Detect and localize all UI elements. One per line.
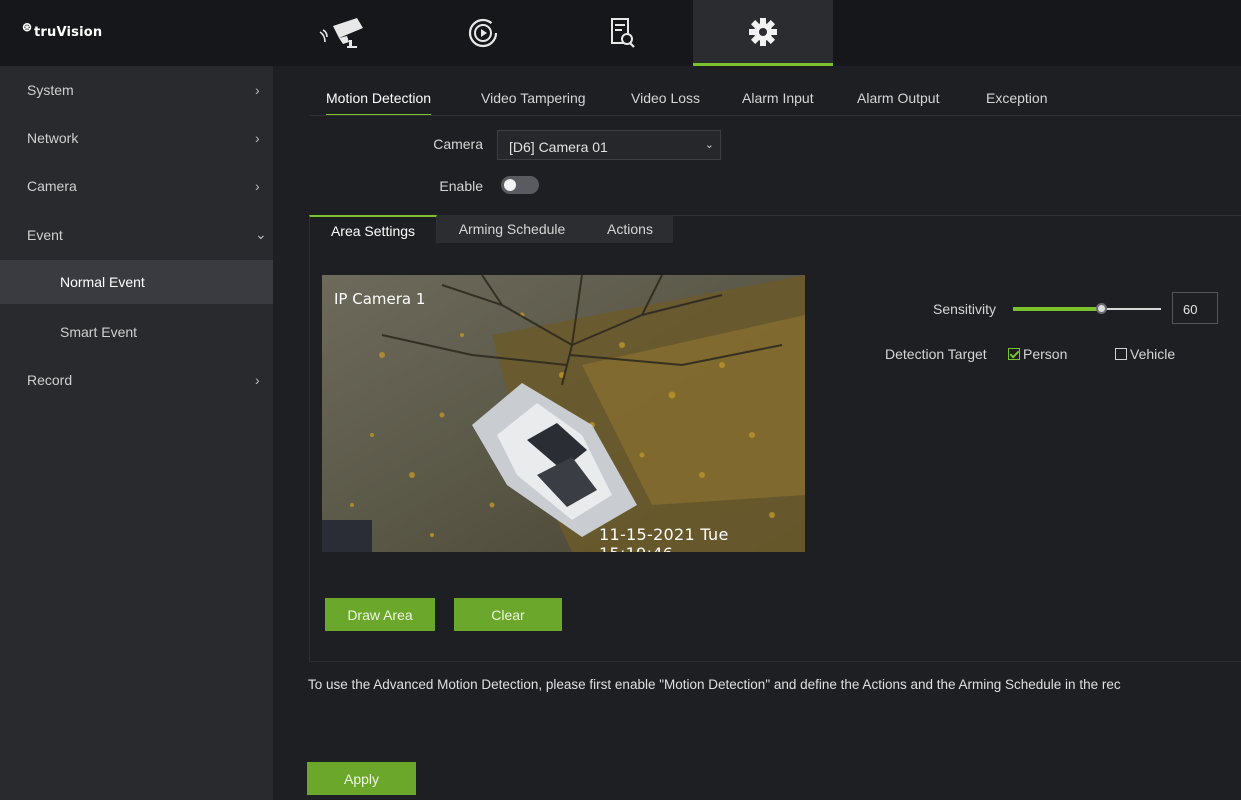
checkbox-checked-icon [1008, 348, 1020, 360]
sidebar-item-label: System [27, 82, 74, 98]
timestamp-overlay: 11-15-2021 Tue 15:19:46 [599, 525, 729, 552]
chevron-down-icon: ⌄ [255, 226, 267, 242]
vehicle-label: Vehicle [1130, 346, 1176, 362]
tabs-divider [309, 115, 1241, 116]
camera-name-overlay: IP Camera 1 [334, 290, 426, 308]
person-checkbox[interactable]: Person [1008, 346, 1067, 362]
apply-button[interactable]: Apply [307, 762, 416, 795]
sidebar-item-label: Normal Event [60, 274, 145, 290]
sidebar-item-label: Network [27, 130, 79, 146]
sidebar-item-label: Camera [27, 178, 77, 194]
camera-select-value: [D6] Camera 01 [509, 139, 608, 155]
sidebar-item-label: Record [27, 372, 73, 388]
logo-mark: ⊛ [22, 20, 33, 34]
tab-actions[interactable]: Actions [587, 215, 673, 243]
search-file-icon [611, 18, 635, 48]
sensitivity-input[interactable]: 60 [1172, 292, 1218, 324]
tab-alarm-input[interactable]: Alarm Input [742, 88, 814, 116]
chevron-right-icon: › [255, 130, 260, 146]
sidebar-item-normal-event[interactable]: Normal Event [0, 260, 273, 304]
tab-arming-schedule[interactable]: Arming Schedule [437, 215, 587, 243]
camera-snapshot [322, 275, 805, 552]
tab-exception[interactable]: Exception [986, 88, 1047, 116]
enable-label: Enable [439, 178, 483, 194]
sensitivity-slider[interactable] [1013, 303, 1161, 314]
sidebar-item-event[interactable]: Event ⌄ [0, 211, 273, 259]
hint-text: To use the Advanced Motion Detection, pl… [308, 677, 1121, 692]
chevron-down-icon: ⌄ [704, 139, 714, 151]
person-label: Person [1023, 346, 1068, 362]
vehicle-checkbox[interactable]: Vehicle [1115, 346, 1175, 362]
checkbox-unchecked-icon [1115, 348, 1127, 360]
tab-label: Area Settings [330, 223, 416, 239]
sidebar-item-label: Smart Event [60, 324, 138, 340]
top-bar: ⊛ truVision [0, 0, 1241, 66]
camera-icon [319, 18, 363, 48]
topnav-settings[interactable] [693, 0, 833, 66]
camera-select[interactable]: [D6] Camera 01 ⌄ [497, 130, 721, 160]
tab-area-settings[interactable]: Area Settings [309, 215, 437, 243]
chevron-right-icon: › [255, 82, 260, 98]
slider-fill [1013, 307, 1102, 311]
sidebar-item-system[interactable]: System › [0, 66, 273, 114]
camera-label: Camera [433, 136, 483, 152]
tab-label: Arming Schedule [458, 221, 566, 237]
tab-video-tampering[interactable]: Video Tampering [481, 88, 586, 116]
tab-motion-detection[interactable]: Motion Detection [326, 88, 432, 116]
logo: ⊛ truVision [12, 20, 262, 46]
main-content: Motion Detection Video Tampering Video L… [273, 66, 1241, 800]
chevron-right-icon: › [255, 178, 260, 194]
sidebar-item-record[interactable]: Record › [0, 356, 273, 404]
slider-handle[interactable] [1096, 303, 1107, 314]
detection-target-label: Detection Target [885, 346, 987, 362]
tab-video-loss[interactable]: Video Loss [631, 88, 700, 116]
logo-text: truVision [34, 25, 103, 40]
sidebar-item-network[interactable]: Network › [0, 114, 273, 162]
tab-alarm-output[interactable]: Alarm Output [857, 88, 939, 116]
sidebar-item-label: Event [27, 227, 63, 243]
sensitivity-label: Sensitivity [933, 301, 997, 317]
topnav-live-view[interactable] [273, 0, 413, 66]
tab-label: Actions [607, 221, 653, 237]
gear-icon [749, 17, 777, 46]
enable-toggle[interactable] [501, 176, 539, 194]
sidebar-item-smart-event[interactable]: Smart Event [0, 308, 273, 356]
clear-button[interactable]: Clear [454, 598, 562, 631]
topnav-playback[interactable] [413, 0, 553, 66]
toggle-knob [504, 179, 516, 191]
sidebar-item-camera[interactable]: Camera › [0, 162, 273, 210]
draw-area-button[interactable]: Draw Area [325, 598, 435, 631]
chevron-right-icon: › [255, 372, 260, 388]
topnav-search[interactable] [553, 0, 693, 66]
camera-preview[interactable]: IP Camera 1 11-15-2021 Tue 15:19:46 [322, 275, 805, 552]
playback-icon [468, 18, 498, 48]
sidebar: System › Network › Camera › Event ⌄ Norm… [0, 66, 273, 800]
